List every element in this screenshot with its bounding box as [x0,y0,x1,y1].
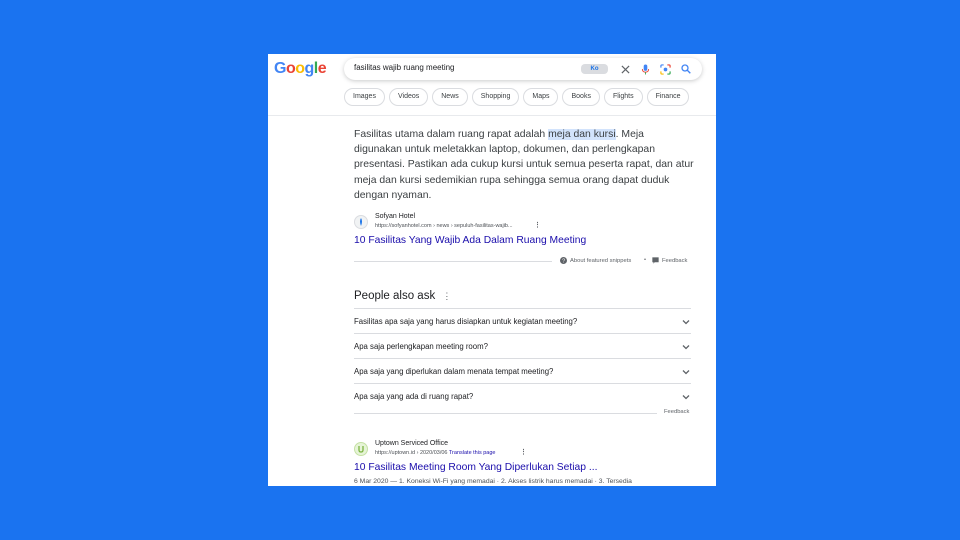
source-url: https://uptown.id › 2020/03/06 Translate… [375,450,495,456]
paa-question-text: Apa saja yang diperlukan dalam menata te… [354,367,554,376]
featured-result-title[interactable]: 10 Fasilitas Yang Wajib Ada Dalam Ruang … [354,235,586,246]
about-featured-snippets-link[interactable]: ? About featured snippets [560,257,631,264]
search-icon[interactable] [679,62,693,76]
search-box[interactable]: fasilitas wajib ruang meeting Ko [344,58,702,80]
result-title[interactable]: 10 Fasilitas Meeting Room Yang Diperluka… [354,462,597,473]
search-input[interactable]: fasilitas wajib ruang meeting [354,63,455,72]
divider [354,261,552,262]
source-url: https://sofyanhotel.com › news › sepuluh… [375,223,513,229]
paa-question[interactable]: Apa saja yang diperlukan dalam menata te… [354,358,691,383]
chip-maps[interactable]: Maps [523,88,559,106]
help-icon: ? [560,257,567,264]
logo-letter: G [274,60,286,77]
people-also-ask-title: People also ask ⋮ [354,290,451,302]
source-name: Uptown Serviced Office [375,440,449,447]
separator: • [644,257,647,263]
more-vert-icon[interactable]: ⋮ [442,291,451,301]
paa-question-text: Fasilitas apa saja yang harus disiapkan … [354,317,578,326]
site-favicon-icon [354,442,368,456]
chevron-down-icon [682,345,690,350]
more-vert-icon[interactable]: ⋮ [520,448,527,456]
snippet-text-before: Fasilitas utama dalam ruang rapat adalah [354,129,549,140]
logo-letter: o [285,60,296,77]
feedback-link[interactable]: Feedback [652,257,687,264]
featured-source[interactable]: Sofyan Hotel https://sofyanhotel.com › n… [354,213,694,253]
translate-link[interactable]: Translate this page [449,450,496,456]
paa-question-text: Apa saja perlengkapan meeting room? [354,342,488,351]
site-favicon-icon [354,215,368,229]
header: Google fasilitas wajib ruang meeting Ko … [268,54,716,116]
paa-title-label: People also ask [354,290,436,302]
snippet-highlight: meja dan kursi [548,129,616,140]
microphone-icon[interactable] [638,62,652,76]
svg-text:?: ? [562,259,565,264]
feedback-icon [652,257,659,264]
result-snippet: 6 Mar 2020 — 1. Koneksi Wi-Fi yang memad… [354,478,632,485]
about-label: About featured snippets [570,257,632,264]
chip-videos[interactable]: Videos [388,88,429,106]
logo-letter: g [304,60,315,77]
google-logo[interactable]: Google [274,60,327,78]
chip-finance[interactable]: Finance [646,88,690,106]
chevron-down-icon [682,395,690,400]
paa-question[interactable]: Apa saja perlengkapan meeting room? [354,333,691,358]
chevron-down-icon [682,320,690,325]
filter-chips: Images Videos News Shopping Maps Books F… [344,88,690,106]
featured-snippet-text: Fasilitas utama dalam ruang rapat adalah… [354,127,694,203]
result-source[interactable]: Uptown Serviced Office https://uptown.id… [354,440,694,480]
logo-letter: e [317,60,327,77]
paa-question[interactable]: Fasilitas apa saja yang harus disiapkan … [354,308,691,333]
paa-feedback-link[interactable]: Feedback [664,409,689,415]
more-vert-icon[interactable]: ⋮ [534,221,541,229]
search-results-page: Google fasilitas wajib ruang meeting Ko … [268,54,716,486]
clear-icon[interactable] [618,62,632,76]
chevron-down-icon [682,370,690,375]
paa-question-text: Apa saja yang ada di ruang rapat? [354,392,474,401]
source-url-text: https://uptown.id › 2020/03/06 [375,450,448,456]
lens-icon[interactable] [658,62,672,76]
chip-shopping[interactable]: Shopping [471,88,520,106]
keyboard-button[interactable]: Ko [581,64,608,74]
chip-images[interactable]: Images [344,88,385,106]
chip-flights[interactable]: Flights [603,88,643,106]
feedback-label: Feedback [662,257,688,264]
logo-letter: o [295,60,305,77]
chip-news[interactable]: News [432,88,468,106]
chip-books[interactable]: Books [562,88,600,106]
paa-question[interactable]: Apa saja yang ada di ruang rapat? [354,383,691,408]
divider [354,413,657,414]
source-name: Sofyan Hotel [375,213,416,220]
